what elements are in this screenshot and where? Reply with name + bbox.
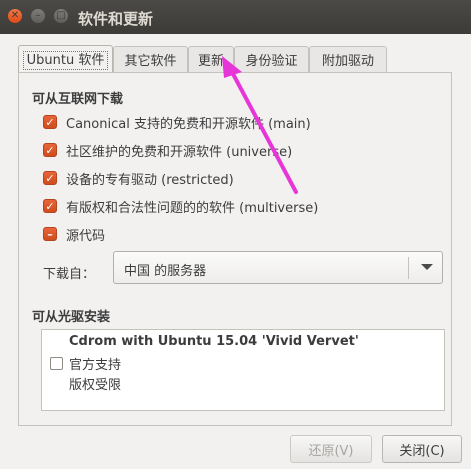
checkbox-label: 源代码 [66, 228, 106, 244]
dropdown-separator [408, 257, 409, 279]
checkbox-main[interactable]: ✓ Canonical 支持的免费和开源软件 (main) [43, 112, 311, 132]
tab-label: 其它软件 [124, 54, 177, 69]
tab-additional-drivers[interactable]: 附加驱动 [309, 46, 387, 72]
window-title: 软件和更新 [78, 10, 154, 28]
checkbox-universe[interactable]: ✓ 社区维护的免费和开源软件 (universe) [43, 140, 292, 160]
minimize-icon: – [35, 10, 41, 21]
tab-label: Ubuntu 软件 [22, 50, 109, 70]
checkbox-label: 有版权和合法性问题的的软件 (multiverse) [66, 200, 319, 216]
cdrom-entry-line: 官方支持 [69, 358, 122, 373]
checkbox-label: Canonical 支持的免费和开源软件 (main) [66, 116, 311, 132]
tab-updates[interactable]: 更新 [188, 46, 234, 72]
checkbox-mixed-icon: – [43, 227, 57, 241]
checkbox-source-code[interactable]: – 源代码 [43, 224, 105, 244]
checkbox-checked-icon: ✓ [43, 199, 57, 213]
tab-ubuntu-software[interactable]: Ubuntu 软件 [18, 45, 113, 74]
checkbox-multiverse[interactable]: ✓ 有版权和合法性问题的的软件 (multiverse) [43, 196, 318, 216]
close-button[interactable]: 关闭(C) [382, 435, 462, 463]
chevron-down-icon [421, 264, 433, 270]
tab-label: 附加驱动 [321, 54, 374, 69]
tab-authentication[interactable]: 身份验证 [234, 46, 309, 72]
checkbox-checked-icon: ✓ [43, 171, 57, 185]
cdrom-section-heading: 可从光驱安装 [32, 310, 111, 325]
tab-panel: 可从互联网下载 ✓ Canonical 支持的免费和开源软件 (main) ✓ … [18, 72, 452, 426]
cdrom-list[interactable]: Cdrom with Ubuntu 15.04 'Vivid Vervet' 官… [41, 329, 445, 411]
minimize-window-button[interactable]: – [31, 9, 45, 23]
maximize-icon: □ [56, 10, 66, 21]
tab-label: 更新 [197, 54, 224, 69]
cdrom-entry-line: 版权受限 [69, 378, 122, 393]
download-from-label: 下载自： [43, 267, 96, 282]
cdrom-checkbox[interactable] [50, 357, 63, 370]
checkbox-restricted[interactable]: ✓ 设备的专有驱动 (restricted) [43, 168, 234, 188]
checkbox-checked-icon: ✓ [43, 143, 57, 157]
close-window-button[interactable]: ✕ [8, 9, 22, 23]
button-label: 关闭(C) [399, 443, 445, 459]
tab-other-software[interactable]: 其它软件 [113, 46, 188, 72]
checkbox-checked-icon: ✓ [43, 115, 57, 129]
button-label: 还原(V) [308, 443, 354, 459]
checkbox-label: 设备的专有驱动 (restricted) [66, 172, 234, 188]
cdrom-entry-title: Cdrom with Ubuntu 15.04 'Vivid Vervet' [69, 334, 359, 349]
close-icon: ✕ [10, 10, 20, 21]
checkbox-label: 社区维护的免费和开源软件 (universe) [66, 144, 293, 160]
dropdown-value: 中国 的服务器 [124, 264, 207, 279]
maximize-window-button[interactable]: □ [54, 9, 68, 23]
download-server-dropdown[interactable]: 中国 的服务器 [113, 251, 443, 284]
title-bar: ✕ – □ 软件和更新 [0, 0, 471, 34]
revert-button[interactable]: 还原(V) [290, 435, 372, 463]
internet-section-heading: 可从互联网下载 [32, 92, 124, 107]
tab-label: 身份验证 [245, 54, 298, 69]
